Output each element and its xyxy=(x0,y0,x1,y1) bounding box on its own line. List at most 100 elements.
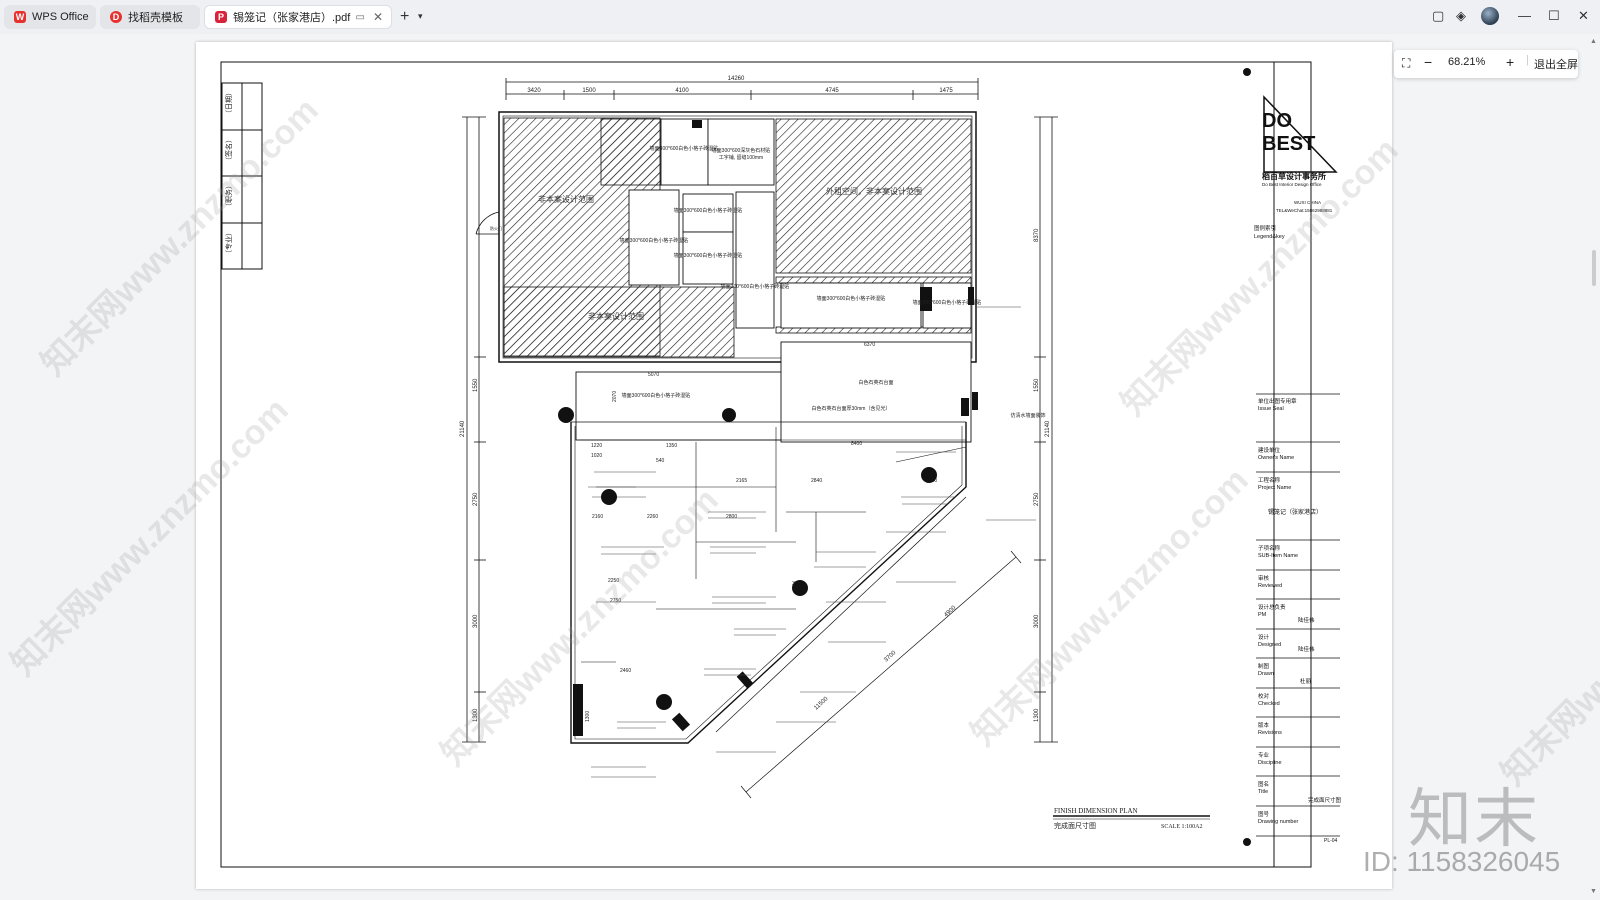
dim-right-2: 1550 xyxy=(1034,378,1040,392)
tb-row-2-value: 锡笼记（张家港店） xyxy=(1268,508,1322,516)
logo-do: DO xyxy=(1262,110,1292,132)
tb-row-11-cn: 图名 xyxy=(1258,780,1269,788)
sig-discipline: （专业） xyxy=(224,229,233,257)
zoom-level[interactable]: 68.21% xyxy=(1448,56,1485,68)
scrollbar-thumb[interactable] xyxy=(1592,250,1596,286)
id-watermark: ID: 1158326045 xyxy=(1363,846,1561,877)
company-city: WUXI CHINA xyxy=(1294,200,1321,205)
dim-inner-6: 2165 xyxy=(736,478,747,484)
door-label: 防火门 xyxy=(490,225,502,231)
column-5 xyxy=(573,684,583,736)
tb-row-2-en: Project Name xyxy=(1258,485,1291,491)
dim-diagonal-3: 4900 xyxy=(943,605,957,619)
column-7 xyxy=(671,712,691,732)
room-note-4: 墙面300*600白色小格子砖湿贴 xyxy=(674,207,743,214)
tb-row-1-en: Owner's Name xyxy=(1258,455,1294,461)
dim-right-3: 2750 xyxy=(1034,492,1040,506)
dim-inner-12: 2460 xyxy=(620,668,631,674)
tab-wps-office[interactable]: W WPS Office xyxy=(4,5,96,29)
dim-right-1: 8370 xyxy=(1034,228,1040,242)
tb-row-3-cn: 子项名称 xyxy=(1258,544,1281,552)
room-note-11: 白色石英石台面 xyxy=(858,379,893,386)
close-tab-icon[interactable]: ✕ xyxy=(373,10,383,24)
fit-page-icon[interactable]: ⛶ xyxy=(1402,56,1410,71)
tb-row-9-en: Revisions xyxy=(1258,730,1282,736)
new-tab-icon[interactable]: + xyxy=(400,8,409,26)
dim-inner-5: 2260 xyxy=(647,514,658,520)
dim-top-2: 1500 xyxy=(582,88,596,94)
tb-row-8-en: Checked xyxy=(1258,701,1280,707)
zoom-in-button[interactable]: + xyxy=(1506,54,1514,70)
dim-top-1: 3420 xyxy=(527,88,541,94)
dim-inner-1: 5070 xyxy=(648,372,659,378)
dim-inner-7: 2840 xyxy=(811,478,822,484)
tb-row-2-cn: 工程名称 xyxy=(1258,476,1281,484)
tb-row-9-cn: 版本 xyxy=(1258,721,1270,729)
sig-date: （日期） xyxy=(225,89,233,117)
divider: | xyxy=(1526,54,1529,66)
drawing-canvas: （日期） （签名） （职务） （专业） 14260 3420 1500 4100… xyxy=(220,61,1342,868)
tb-row-11-en: Title xyxy=(1258,789,1268,795)
tb-row-4-en: Reviewed xyxy=(1258,583,1282,589)
company-cn: 稻百草设计事务所 xyxy=(1262,171,1326,181)
room-note-10: 墙面300*600白色小格子砖湿贴 xyxy=(622,392,691,399)
dim-top-4: 4745 xyxy=(825,88,839,94)
column-4 xyxy=(972,392,978,410)
company-contact: TEL&WeChat:15862988881 xyxy=(1276,208,1333,213)
room-note-8: 墙面300*600白色小格子砖湿贴 xyxy=(817,295,886,302)
tb-row-10-cn: 专业 xyxy=(1258,751,1270,759)
minimize-icon[interactable]: — xyxy=(1518,8,1531,23)
dim-inner-2: 2070 xyxy=(612,391,618,402)
pdf-icon: P xyxy=(215,11,227,23)
tab-label: 锡笼记（张家港店）.pdf xyxy=(233,12,351,24)
drawing-title-en: FINISH DIMENSION PLAN xyxy=(1054,807,1138,815)
sheet-number: PL-04 xyxy=(1324,838,1338,844)
tab-label: WPS Office xyxy=(32,11,89,23)
close-window-icon[interactable]: ✕ xyxy=(1578,8,1589,24)
company-en: Do Best Interior Design Office xyxy=(1262,182,1322,187)
interior-lines xyxy=(581,427,967,663)
dim-overall: 14260 xyxy=(728,76,745,82)
room-note-9: 墙面300*600白色小格子砖湿贴 xyxy=(913,299,982,306)
monitor-icon[interactable]: ▭ xyxy=(356,12,365,23)
tb-row-3-en: SUB-Item Name xyxy=(1258,553,1298,559)
dim-top-5: 1475 xyxy=(939,88,953,94)
tab-pdf-document[interactable]: P 锡笼记（张家港店）.pdf ▭ ✕ xyxy=(204,5,392,29)
tb-row-5-en: PM xyxy=(1258,612,1267,618)
avatar[interactable] xyxy=(1481,7,1499,25)
cube-icon[interactable]: ◈ xyxy=(1456,8,1466,24)
dim-left-3: 3000 xyxy=(473,614,479,628)
scroll-up-icon[interactable]: ▲ xyxy=(1590,38,1597,45)
dim-right-5: 1300 xyxy=(1034,708,1040,722)
dim-inner-16: 1020 xyxy=(591,453,602,459)
docer-icon: D xyxy=(110,11,122,23)
wps-logo-icon: W xyxy=(14,11,26,23)
tb-row-11-value: 完成面尺寸图 xyxy=(1308,796,1342,804)
dim-inner-14: 1350 xyxy=(666,443,677,449)
window-restore-icon[interactable]: ▢ xyxy=(1432,8,1444,24)
room-note-13: 仿清水墙面装饰 xyxy=(1010,412,1045,419)
dim-diagonal-2: 11500 xyxy=(813,696,830,712)
tb-row-6-cn: 设计 xyxy=(1258,633,1270,641)
dim-right-total: 21140 xyxy=(1045,420,1051,437)
column-8 xyxy=(961,398,969,416)
dim-inner-15: 1220 xyxy=(591,443,602,449)
sig-sign: （签名） xyxy=(224,136,233,164)
dim-inner-3: 6370 xyxy=(864,342,875,348)
exit-fullscreen-button[interactable]: 退出全屏 xyxy=(1534,56,1578,72)
area-label-2: 外租空间，非本案设计范围 xyxy=(826,186,922,196)
room-note-3: 工字铺, 留缝100mm xyxy=(719,154,763,161)
maximize-icon[interactable]: ☐ xyxy=(1548,8,1560,24)
column-1 xyxy=(692,120,702,128)
tb-row-5-value: 陆佳伟 xyxy=(1298,616,1315,624)
dim-left-1: 1550 xyxy=(473,378,479,392)
room-note-6: 墙面300*600白色小格子砖湿贴 xyxy=(674,252,743,259)
tab-bar: W WPS Office D 找稻壳模板 P 锡笼记（张家港店）.pdf ▭ ✕… xyxy=(0,0,1600,34)
drawing-title-cn: 完成面尺寸图 xyxy=(1054,821,1096,830)
drawing-title-stamp xyxy=(1053,815,1210,820)
tb-row-7-value: 杜丽 xyxy=(1300,677,1312,685)
scroll-down-icon[interactable]: ▼ xyxy=(1590,888,1597,895)
zoom-out-button[interactable]: − xyxy=(1424,54,1432,70)
tab-template[interactable]: D 找稻壳模板 xyxy=(100,5,200,29)
chevron-down-icon[interactable]: ▾ xyxy=(418,11,423,22)
